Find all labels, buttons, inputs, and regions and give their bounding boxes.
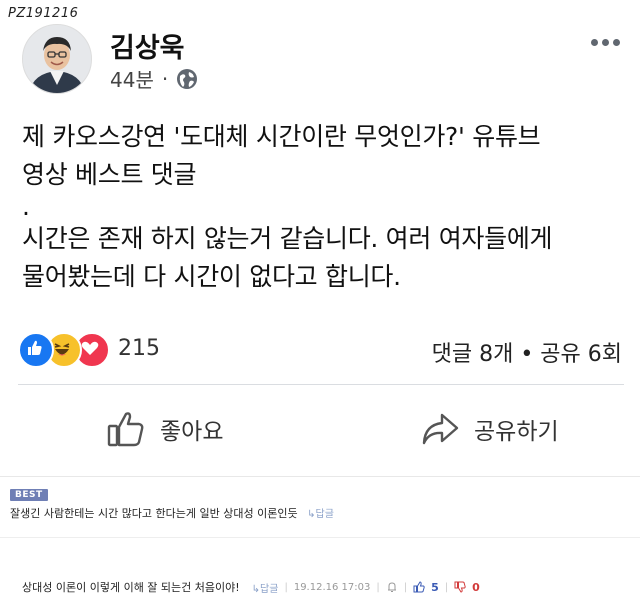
share-arrow-icon [422,413,459,445]
reply-link[interactable]: ↳답글 [307,509,334,520]
reactions-row: 215 댓글 8개 • 공유 6회 [18,330,628,370]
post-time[interactable]: 44분 [110,64,154,93]
more-dot [601,38,609,46]
post-line: 제 카오스강연 '도대체 시간이란 무엇인가?' 유튜브 [22,122,541,151]
share-label: 공유하기 [474,419,559,445]
more-dot [612,38,620,46]
share-button[interactable]: 공유하기 [420,394,559,464]
more-options-button[interactable] [588,30,622,54]
upvote-icon[interactable] [413,581,425,593]
best-comment-text: 잘생긴 사람한테는 시간 많다고 한다는게 일반 상대성 이론인듯 [10,507,298,520]
post-line: 물어봤는데 다 시간이 없다고 합니다. [22,262,401,291]
like-label: 좋아요 [160,419,224,445]
more-dot [590,38,598,46]
post-body: 제 카오스강연 '도대체 시간이란 무엇인가?' 유튜브 영상 베스트 댓글 .… [22,118,622,296]
action-bar: 좋아요 공유하기 [18,394,624,464]
like-icon [18,332,54,368]
reaction-icons[interactable] [18,332,112,368]
separator: | [444,581,449,593]
reaction-count[interactable]: 215 [118,336,160,361]
author-avatar[interactable] [22,24,92,94]
watermark-text: PZ191216 [8,6,79,21]
separator: | [403,581,408,593]
meta-separator: · [161,66,169,91]
comment-date: 19.12.16 17:03 [293,581,371,593]
downvote-count: 0 [472,580,480,594]
downvote-icon[interactable] [454,581,466,593]
best-comment: 잘생긴 사람한테는 시간 많다고 한다는게 일반 상대성 이론인듯 ↳답글 [10,505,334,521]
globe-icon [176,68,198,90]
avatar-portrait-icon [23,25,91,93]
best-badge: BEST [10,489,48,501]
comment-share-stats[interactable]: 댓글 8개 • 공유 6회 [432,336,622,368]
comment-divider [0,537,640,538]
divider [18,384,624,385]
separator: | [376,581,380,593]
post-line: 시간은 존재 하지 않는거 같습니다. 여러 여자들에게 [22,224,553,253]
comment-section: BEST 잘생긴 사람한테는 시간 많다고 한다는게 일반 상대성 이론인듯 ↳… [0,476,640,605]
comment-text: 상대성 이론이 이렇게 이해 잘 되는건 처음이야! [22,581,240,594]
like-button[interactable]: 좋아요 [106,394,223,464]
comment-item: 상대성 이론이 이렇게 이해 잘 되는건 처음이야! ↳답글 | 19.12.1… [22,579,480,595]
author-name[interactable]: 김상욱 [110,26,185,65]
thumbs-up-icon [107,412,144,447]
separator: | [284,581,288,593]
post-line: . [22,192,30,221]
reply-link[interactable]: ↳답글 [252,580,279,595]
post-line: 영상 베스트 댓글 [22,160,197,189]
upvote-count: 5 [431,580,439,594]
report-bell-icon[interactable] [386,581,398,593]
post-header: 김상욱 44분 · [22,24,622,96]
post-meta: 44분 · [110,64,198,93]
